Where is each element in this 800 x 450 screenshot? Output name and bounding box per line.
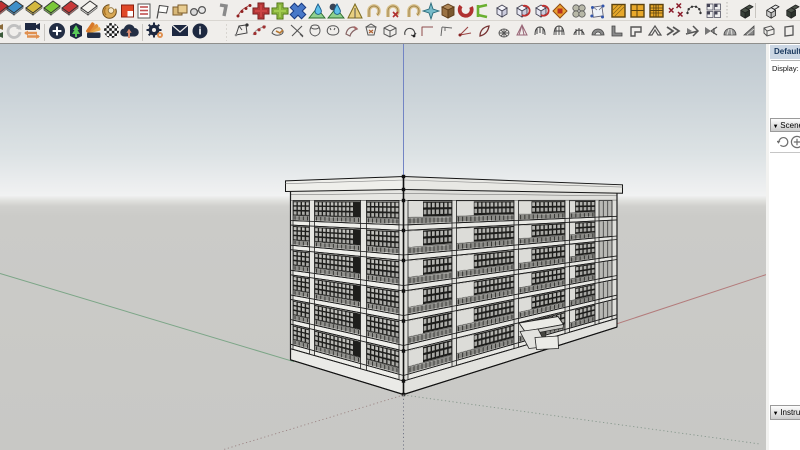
svg-text:i: i [198, 25, 201, 37]
